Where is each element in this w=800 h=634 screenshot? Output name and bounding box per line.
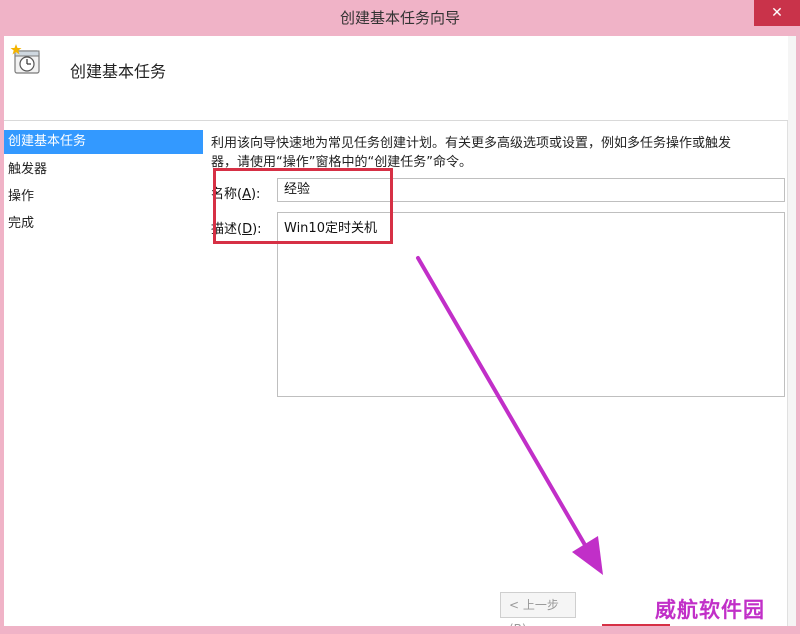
close-icon: ✕ (771, 5, 783, 21)
nav-item-finish[interactable]: 完成 (4, 212, 203, 236)
nav-item-action[interactable]: 操作 (4, 185, 203, 209)
watermark-logo: 威航软件园 (655, 598, 765, 622)
nav-item-trigger[interactable]: 触发器 (4, 158, 203, 182)
highlight-annotation-box (213, 168, 393, 244)
scrollbar-strip[interactable] (787, 36, 796, 634)
header-divider (4, 120, 788, 121)
wizard-step-nav: 创建基本任务 触发器 操作 完成 (4, 130, 204, 620)
window-border-bottom (4, 626, 800, 634)
intro-text: 利用该向导快速地为常见任务创建计划。有关更多高级选项或设置，例如多任务操作或触发… (211, 134, 771, 172)
page-title: 创建基本任务 (70, 62, 167, 81)
task-clock-icon (10, 44, 40, 74)
wizard-header: 创建基本任务 (4, 36, 788, 120)
intro-line-1: 利用该向导快速地为常见任务创建计划。有关更多高级选项或设置，例如多任务操作或触发 (211, 136, 732, 151)
window-title: 创建基本任务向导 (339, 9, 460, 27)
window-border-right (796, 36, 800, 634)
wizard-window: 创建基本任务向导 ✕ 创建基本任务 创建基本任务 触发器 操作 完成 利用该向导… (0, 0, 800, 634)
close-button[interactable]: ✕ (754, 0, 800, 26)
title-bar[interactable]: 创建基本任务向导 ✕ (0, 0, 800, 36)
nav-item-create-basic-task[interactable]: 创建基本任务 (4, 130, 203, 154)
back-button[interactable]: < 上一步(B) (500, 592, 576, 634)
